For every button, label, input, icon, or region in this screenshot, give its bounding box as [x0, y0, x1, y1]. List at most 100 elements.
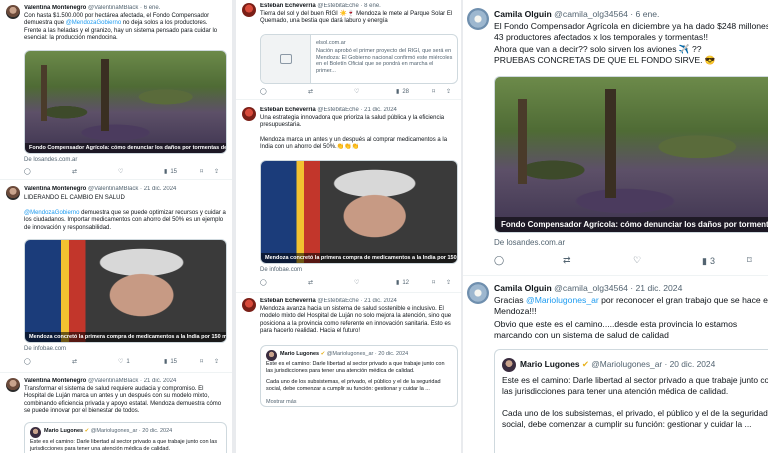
- author-handle[interactable]: @EstebitaEche: [317, 298, 358, 304]
- author-handle[interactable]: @ValentinaMBlack: [88, 186, 138, 192]
- author-handle[interactable]: @Mariolugones_ar: [327, 351, 374, 357]
- mention-link[interactable]: @MendozaGobierno: [24, 210, 79, 216]
- avatar[interactable]: [30, 427, 41, 438]
- retweet-button[interactable]: ⇄: [72, 359, 80, 365]
- reply-button[interactable]: ◯: [494, 256, 507, 265]
- author-name[interactable]: Mario Lugones: [280, 351, 319, 357]
- author-name[interactable]: Mario Lugones: [44, 428, 83, 434]
- like-button[interactable]: ♡ 1: [118, 359, 130, 365]
- tweet-date[interactable]: 21 dic. 2024: [636, 283, 683, 293]
- bookmark-button[interactable]: ⌑: [747, 256, 752, 265]
- retweet-button[interactable]: ⇄: [72, 169, 80, 175]
- retweet-button[interactable]: ⇄: [308, 89, 316, 95]
- reply-button[interactable]: ◯: [260, 280, 270, 286]
- tweet[interactable]: Camila Olguin @camila_olg34564 · 21 dic.…: [463, 277, 768, 453]
- quoted-tweet[interactable]: Mario Lugones ✔ @Mariolugones_ar · 20 di…: [24, 422, 227, 453]
- tweet-date[interactable]: 20 dic. 2024: [670, 359, 716, 369]
- tweet[interactable]: Esteban Echeverría @EstebitaEche · 21 di…: [236, 103, 461, 293]
- avatar[interactable]: [6, 378, 20, 392]
- share-button[interactable]: ⇪: [214, 169, 219, 175]
- author-handle[interactable]: @ValentinaMBlack: [88, 5, 138, 11]
- quoted-tweet[interactable]: Mario Lugones ✔ @Mariolugones_ar · 20 di…: [494, 349, 768, 453]
- article-image[interactable]: Mendoza concretó la primera compra de me…: [260, 160, 458, 264]
- link-card[interactable]: elsol.com.ar Nación aprobó el primer pro…: [260, 34, 458, 84]
- like-button[interactable]: ♡: [354, 280, 362, 286]
- like-button[interactable]: ♡: [354, 89, 362, 95]
- views-button[interactable]: ▮ 28: [396, 89, 409, 95]
- avatar[interactable]: [242, 3, 256, 17]
- views-button[interactable]: ▮ 12: [396, 280, 409, 286]
- author-handle[interactable]: @camila_olg34564: [554, 283, 628, 293]
- author-name[interactable]: Valentina Montenegro: [24, 5, 86, 11]
- author-handle[interactable]: @EstebitaEche: [317, 107, 358, 113]
- avatar[interactable]: [242, 107, 256, 121]
- avatar[interactable]: [6, 5, 20, 19]
- reply-button[interactable]: ◯: [24, 359, 34, 365]
- author-name[interactable]: Valentina Montenegro: [24, 186, 86, 192]
- bookmark-button[interactable]: ⌑: [432, 280, 435, 286]
- article-image[interactable]: Mendoza concretó la primera compra de me…: [24, 239, 227, 343]
- tweet[interactable]: Camila Olguin @camila_olg34564 · 6 ene. …: [463, 0, 768, 276]
- views-button[interactable]: ▮ 3: [702, 256, 715, 266]
- article-image[interactable]: Fondo Compensador Agrícola: cómo denunci…: [494, 76, 768, 233]
- author-handle[interactable]: @Mariolugones_ar: [91, 428, 138, 434]
- author-name[interactable]: Camila Olguin: [494, 9, 552, 19]
- author-name[interactable]: Esteban Echeverría: [260, 107, 316, 113]
- author-handle[interactable]: @camila_olg34564: [554, 9, 628, 19]
- clap-emoji: 👏👏👏: [336, 144, 360, 151]
- tweet-date[interactable]: 6 ene.: [144, 5, 161, 11]
- article-source[interactable]: De infobae.com: [260, 267, 302, 273]
- author-handle[interactable]: @Mariolugones_ar: [591, 359, 662, 369]
- avatar[interactable]: [467, 282, 489, 304]
- bookmark-button[interactable]: ⌑: [432, 89, 435, 95]
- bookmark-button[interactable]: ⌑: [200, 359, 203, 365]
- quoted-tweet[interactable]: Mario Lugones ✔ @Mariolugones_ar · 20 di…: [260, 345, 458, 407]
- author-handle[interactable]: @ValentinaMBlack: [88, 378, 138, 384]
- author-handle[interactable]: @EstebitaEche: [317, 3, 358, 9]
- views-button[interactable]: ▮ 15: [164, 359, 177, 365]
- share-button[interactable]: ⇪: [446, 89, 451, 95]
- like-button[interactable]: ♡: [118, 169, 126, 175]
- reply-button[interactable]: ◯: [260, 89, 270, 95]
- author-name[interactable]: Valentina Montenegro: [24, 378, 86, 384]
- tweet[interactable]: Valentina Montenegro @ValentinaMBlack · …: [0, 181, 232, 373]
- avatar[interactable]: [502, 358, 516, 372]
- avatar[interactable]: [266, 350, 277, 361]
- show-more-link[interactable]: Mostrar más: [266, 399, 297, 405]
- tweet-date[interactable]: 21 dic. 2024: [364, 298, 397, 304]
- article-source[interactable]: De losandes.com.ar: [24, 157, 77, 163]
- reply-button[interactable]: ◯: [24, 169, 34, 175]
- article-image[interactable]: Fondo Compensador Agrícola: cómo denunci…: [24, 50, 227, 154]
- tweet[interactable]: Esteban Echeverría @EstebitaEche · 21 di…: [236, 295, 461, 453]
- retweet-button[interactable]: ⇄: [563, 256, 574, 265]
- tweet-date[interactable]: 20 dic. 2024: [378, 351, 408, 357]
- heart-icon: ♡: [118, 169, 124, 175]
- author-name[interactable]: Mario Lugones: [520, 359, 580, 369]
- article-source[interactable]: De infobae.com: [24, 346, 66, 352]
- tweet-date[interactable]: 21 dic. 2024: [144, 186, 177, 192]
- tweet-date[interactable]: 21 dic. 2024: [364, 107, 397, 113]
- views-button[interactable]: ▮ 15: [164, 169, 177, 175]
- avatar[interactable]: [6, 186, 20, 200]
- article-source[interactable]: De losandes.com.ar: [494, 238, 565, 247]
- mention-link[interactable]: @Mariolugones_ar: [526, 295, 599, 305]
- bookmark-button[interactable]: ⌑: [200, 169, 203, 175]
- share-button[interactable]: ⇪: [446, 280, 451, 286]
- tweet-text-2: Obvio que este es el camino.....desde es…: [494, 319, 738, 341]
- author-name[interactable]: Esteban Echeverría: [260, 3, 316, 9]
- avatar[interactable]: [467, 8, 489, 30]
- tweet-date[interactable]: 21 dic. 2024: [144, 378, 177, 384]
- retweet-button[interactable]: ⇄: [308, 280, 316, 286]
- tweet-date[interactable]: 20 dic. 2024: [142, 428, 172, 434]
- tweet[interactable]: Valentina Montenegro @ValentinaMBlack · …: [0, 374, 232, 453]
- tweet[interactable]: Esteban Echeverría @EstebitaEche · 8 ene…: [236, 0, 461, 100]
- avatar[interactable]: [242, 298, 256, 312]
- share-button[interactable]: ⇪: [214, 359, 219, 365]
- author-name[interactable]: Camila Olguin: [494, 283, 552, 293]
- tweet-date[interactable]: 8 ene.: [364, 3, 381, 9]
- tweet[interactable]: Valentina Montenegro @ValentinaMBlack · …: [0, 0, 232, 180]
- like-button[interactable]: ♡: [633, 256, 644, 265]
- author-name[interactable]: Esteban Echeverría: [260, 298, 316, 304]
- mention-link[interactable]: @MendozaGobierno: [66, 20, 121, 26]
- tweet-date[interactable]: 6 ene.: [636, 9, 660, 19]
